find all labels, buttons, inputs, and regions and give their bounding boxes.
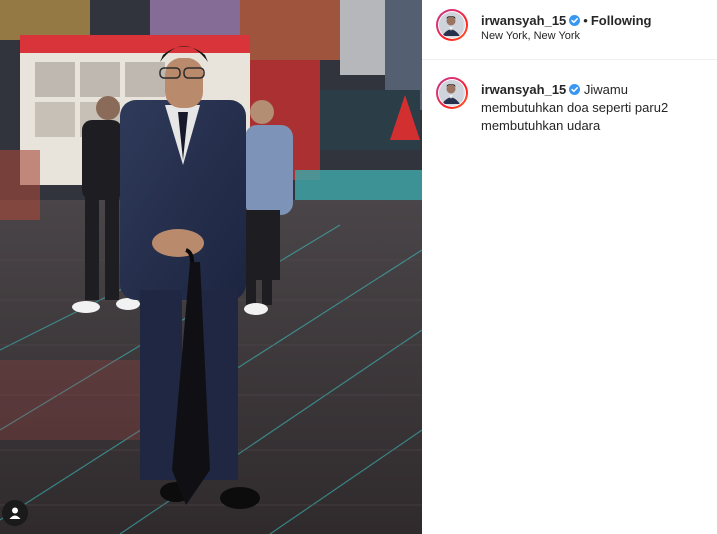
caption-verified-badge-icon — [569, 84, 581, 95]
following-button[interactable]: Following — [591, 13, 652, 28]
author-avatar[interactable] — [436, 9, 468, 41]
post-side-panel: irwansyah_15 • Following New York, New Yor… — [422, 0, 717, 534]
caption-avatar-photo — [439, 80, 463, 104]
caption-username[interactable]: irwansyah_15 — [481, 82, 566, 97]
avatar-photo — [439, 12, 463, 36]
post-location[interactable]: New York, New York — [481, 30, 580, 42]
post-photo[interactable] — [0, 0, 422, 534]
photo-image — [0, 0, 422, 534]
follow-separator: • — [583, 13, 588, 28]
author-username[interactable]: irwansyah_15 — [481, 13, 566, 28]
caption-body: irwansyah_15 Jiwamu membutuhkan doa sepe… — [481, 81, 701, 135]
verified-badge-icon — [569, 15, 581, 26]
caption-author-avatar[interactable] — [436, 77, 468, 109]
post-header: irwansyah_15 • Following New York, New Yor… — [422, 0, 717, 60]
user-tag-icon — [9, 507, 21, 519]
user-tag-button[interactable] — [2, 500, 28, 526]
